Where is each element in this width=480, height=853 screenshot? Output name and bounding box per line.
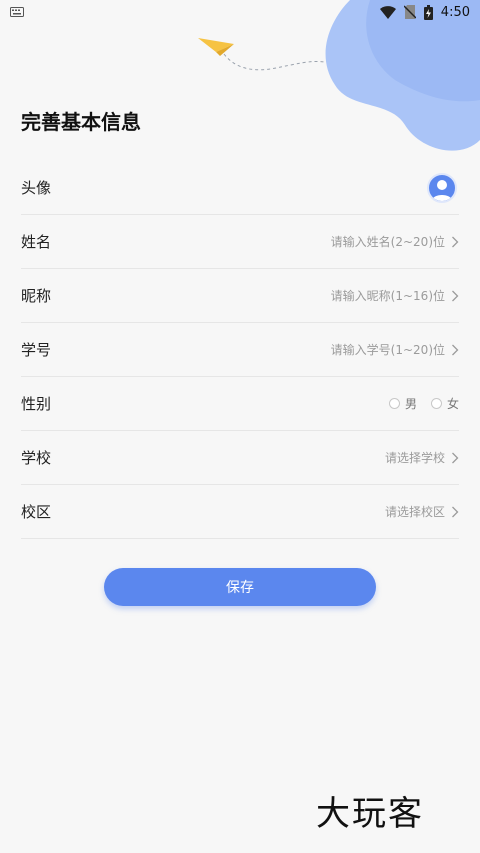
chevron-right-icon	[452, 344, 459, 355]
campus-label: 校区	[21, 503, 52, 521]
gender-option-male[interactable]: 男	[388, 395, 417, 412]
avatar-row[interactable]: 头像	[21, 161, 459, 215]
save-button[interactable]: 保存	[104, 568, 376, 606]
avatar[interactable]	[427, 172, 457, 203]
name-input[interactable]: 请输入姓名(2~20)位	[331, 233, 445, 250]
nickname-input[interactable]: 请输入昵称(1~16)位	[331, 287, 445, 304]
nickname-label: 昵称	[21, 287, 52, 305]
student-id-label: 学号	[21, 341, 52, 359]
nickname-row[interactable]: 昵称 请输入昵称(1~16)位	[21, 269, 459, 323]
name-label: 姓名	[21, 233, 52, 251]
student-id-input[interactable]: 请输入学号(1~20)位	[331, 341, 445, 358]
campus-row[interactable]: 校区 请选择校区	[21, 485, 459, 539]
school-label: 学校	[21, 449, 52, 467]
decorative-blob	[325, 0, 480, 151]
keyboard-icon	[10, 7, 24, 17]
profile-form: 头像 姓名 请输入姓名(2~20)位 昵称 请输入昵称(1~16)位 学号 请输…	[21, 161, 459, 539]
no-sim-icon	[403, 5, 416, 19]
radio-button-male[interactable]	[388, 398, 400, 409]
student-id-row[interactable]: 学号 请输入学号(1~20)位	[21, 323, 459, 377]
radio-button-female[interactable]	[430, 398, 442, 409]
battery-charging-icon	[423, 4, 433, 20]
gender-label: 性别	[21, 395, 52, 413]
gender-row: 性别 男 女	[21, 377, 459, 431]
user-icon	[432, 179, 452, 201]
gender-option-male-label: 男	[404, 397, 417, 411]
paper-plane-icon	[198, 38, 325, 71]
chevron-right-icon	[452, 290, 459, 301]
school-row[interactable]: 学校 请选择学校	[21, 431, 459, 485]
page-title: 完善基本信息	[21, 110, 141, 134]
status-bar: 4:50	[0, 0, 480, 24]
watermark-logo: 大玩客	[316, 794, 424, 834]
wifi-icon	[379, 5, 396, 19]
gender-option-female-label: 女	[446, 397, 459, 411]
chevron-right-icon	[452, 506, 459, 517]
status-time: 4:50	[440, 4, 470, 20]
school-select[interactable]: 请选择学校	[385, 449, 445, 466]
avatar-label: 头像	[21, 179, 52, 197]
campus-select[interactable]: 请选择校区	[385, 503, 445, 520]
gender-option-female[interactable]: 女	[430, 395, 459, 412]
gender-radio-group: 男 女	[388, 395, 459, 412]
chevron-right-icon	[452, 236, 459, 247]
name-row[interactable]: 姓名 请输入姓名(2~20)位	[21, 215, 459, 269]
chevron-right-icon	[452, 452, 459, 463]
